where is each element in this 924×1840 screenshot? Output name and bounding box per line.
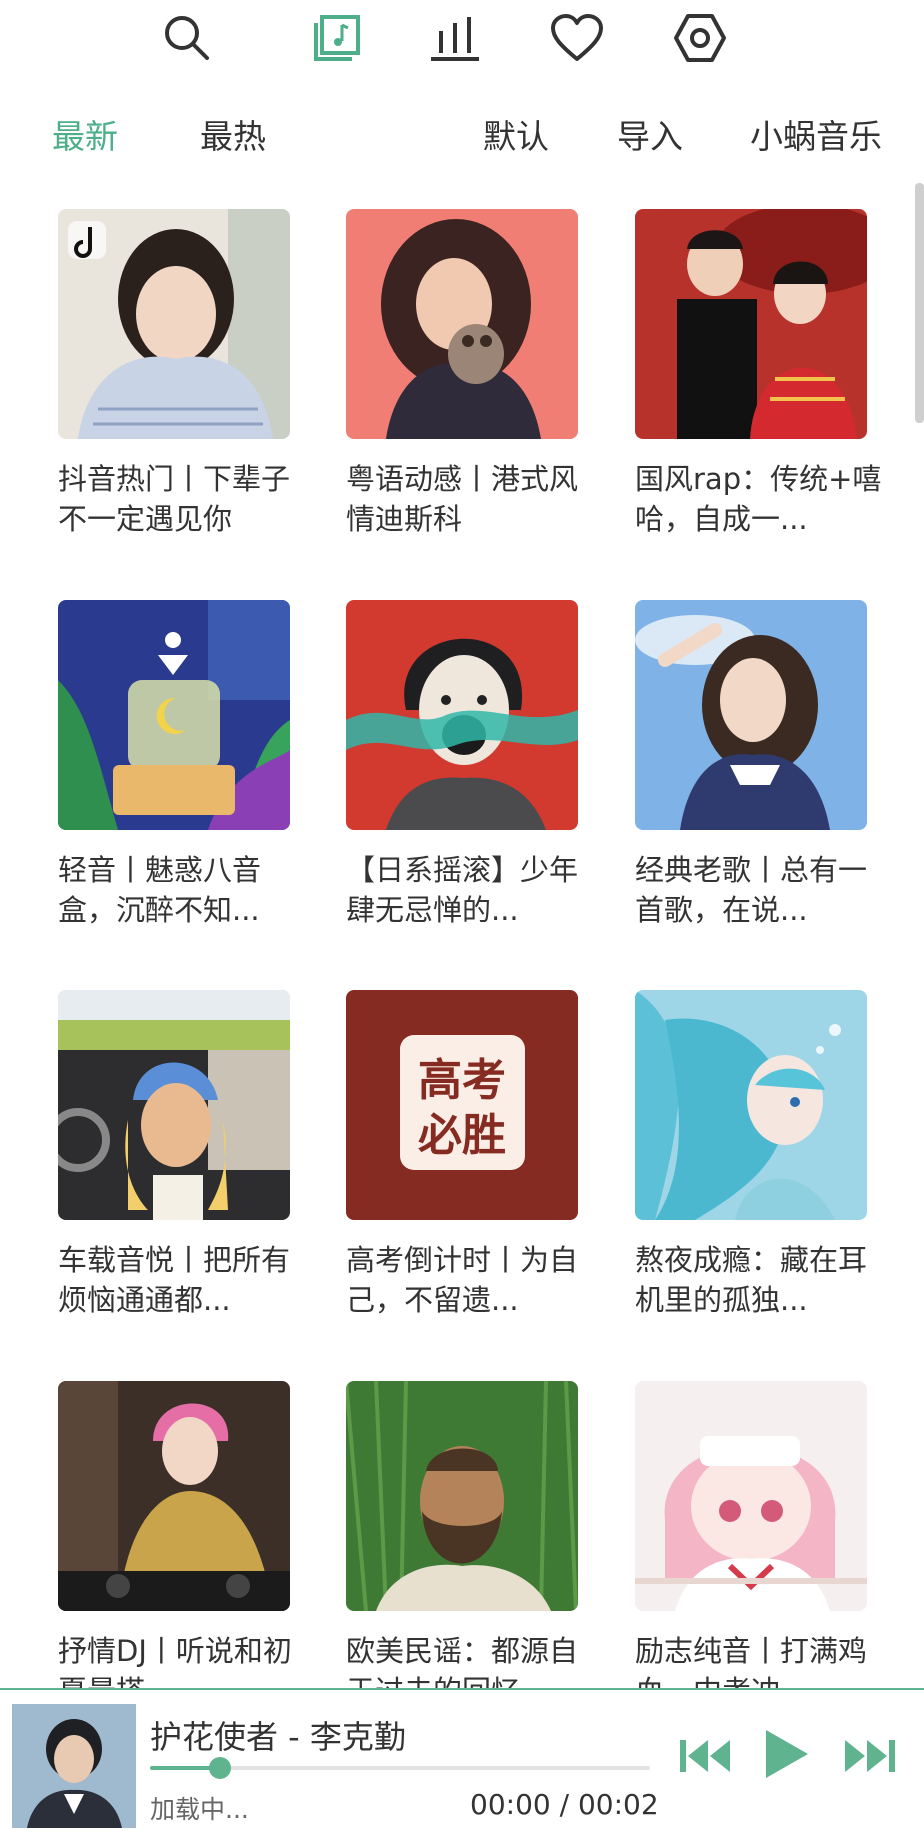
- playback-time: 00:00 / 00:02: [470, 1788, 659, 1821]
- playlist-title: 【日系摇滚】少年肆无忌惮的...: [346, 853, 579, 927]
- progress-slider[interactable]: [150, 1757, 650, 1779]
- loading-status: 加载中...: [150, 1795, 249, 1824]
- play-icon[interactable]: [760, 1726, 812, 1786]
- current-time: 00:00: [470, 1788, 551, 1821]
- hexagon-settings-icon[interactable]: [670, 8, 730, 68]
- playlist-cover: [346, 1381, 578, 1611]
- playlist-cover: [635, 1381, 867, 1611]
- cover-text-line-2: 必胜: [418, 1110, 506, 1161]
- playlist-cover: [58, 990, 290, 1220]
- previous-icon[interactable]: [678, 1734, 732, 1782]
- tab-bar: 最新 最热 默认 导入 小蜗音乐: [0, 100, 924, 170]
- playlist-cover: [58, 1381, 290, 1611]
- music-note-icon[interactable]: [307, 8, 367, 68]
- bar-chart-icon[interactable]: [425, 8, 485, 68]
- tab-hottest[interactable]: 最热: [200, 110, 266, 158]
- cover-text-line-1: 高考: [418, 1055, 506, 1106]
- playlist-title: 车载音悦丨把所有烦恼通通都...: [58, 1243, 291, 1317]
- progress-knob[interactable]: [209, 1757, 231, 1779]
- playlist-cover: 高考 必胜: [346, 990, 578, 1220]
- total-time: 00:02: [577, 1788, 659, 1821]
- playlist-title: 国风rap：传统+嘻哈，自成一...: [635, 462, 882, 536]
- search-icon[interactable]: [157, 8, 217, 68]
- next-icon[interactable]: [843, 1734, 897, 1782]
- scrollbar[interactable]: [915, 183, 924, 423]
- tab-xiaowo-music[interactable]: 小蜗音乐: [750, 110, 882, 158]
- playlist-cover: [635, 209, 867, 439]
- playlist-title: 经典老歌丨总有一首歌，在说...: [635, 853, 868, 927]
- mini-player: 护花使者 - 李克勤 加载中... 00:00 / 00:02: [0, 1688, 924, 1840]
- song-title: 护花使者 - 李克勤: [150, 1718, 406, 1756]
- tab-default[interactable]: 默认: [483, 110, 549, 158]
- playlist-cover: [635, 990, 867, 1220]
- album-art[interactable]: [12, 1704, 136, 1828]
- playlist-title: 高考倒计时丨为自己，不留遗...: [346, 1243, 579, 1317]
- playlist-title: 抖音热门丨下辈子不一定遇见你: [58, 462, 291, 536]
- playlist-cover: [346, 209, 578, 439]
- playlist-title: 轻音丨魅惑八音盒，沉醉不知...: [58, 853, 262, 927]
- playlist-cover: [58, 600, 290, 830]
- time-separator: /: [550, 1788, 578, 1821]
- tab-newest[interactable]: 最新: [52, 110, 118, 158]
- playlist-title: 粤语动感丨港式风情迪斯科: [346, 462, 579, 536]
- playlist-cover: [346, 600, 578, 830]
- playlist-cover: [58, 209, 290, 439]
- playlist-title: 熬夜成瘾：藏在耳机里的孤独...: [635, 1243, 868, 1317]
- playlist-cover: [635, 600, 867, 830]
- top-nav: [0, 0, 924, 80]
- tab-import[interactable]: 导入: [617, 110, 683, 158]
- heart-icon[interactable]: [547, 8, 607, 68]
